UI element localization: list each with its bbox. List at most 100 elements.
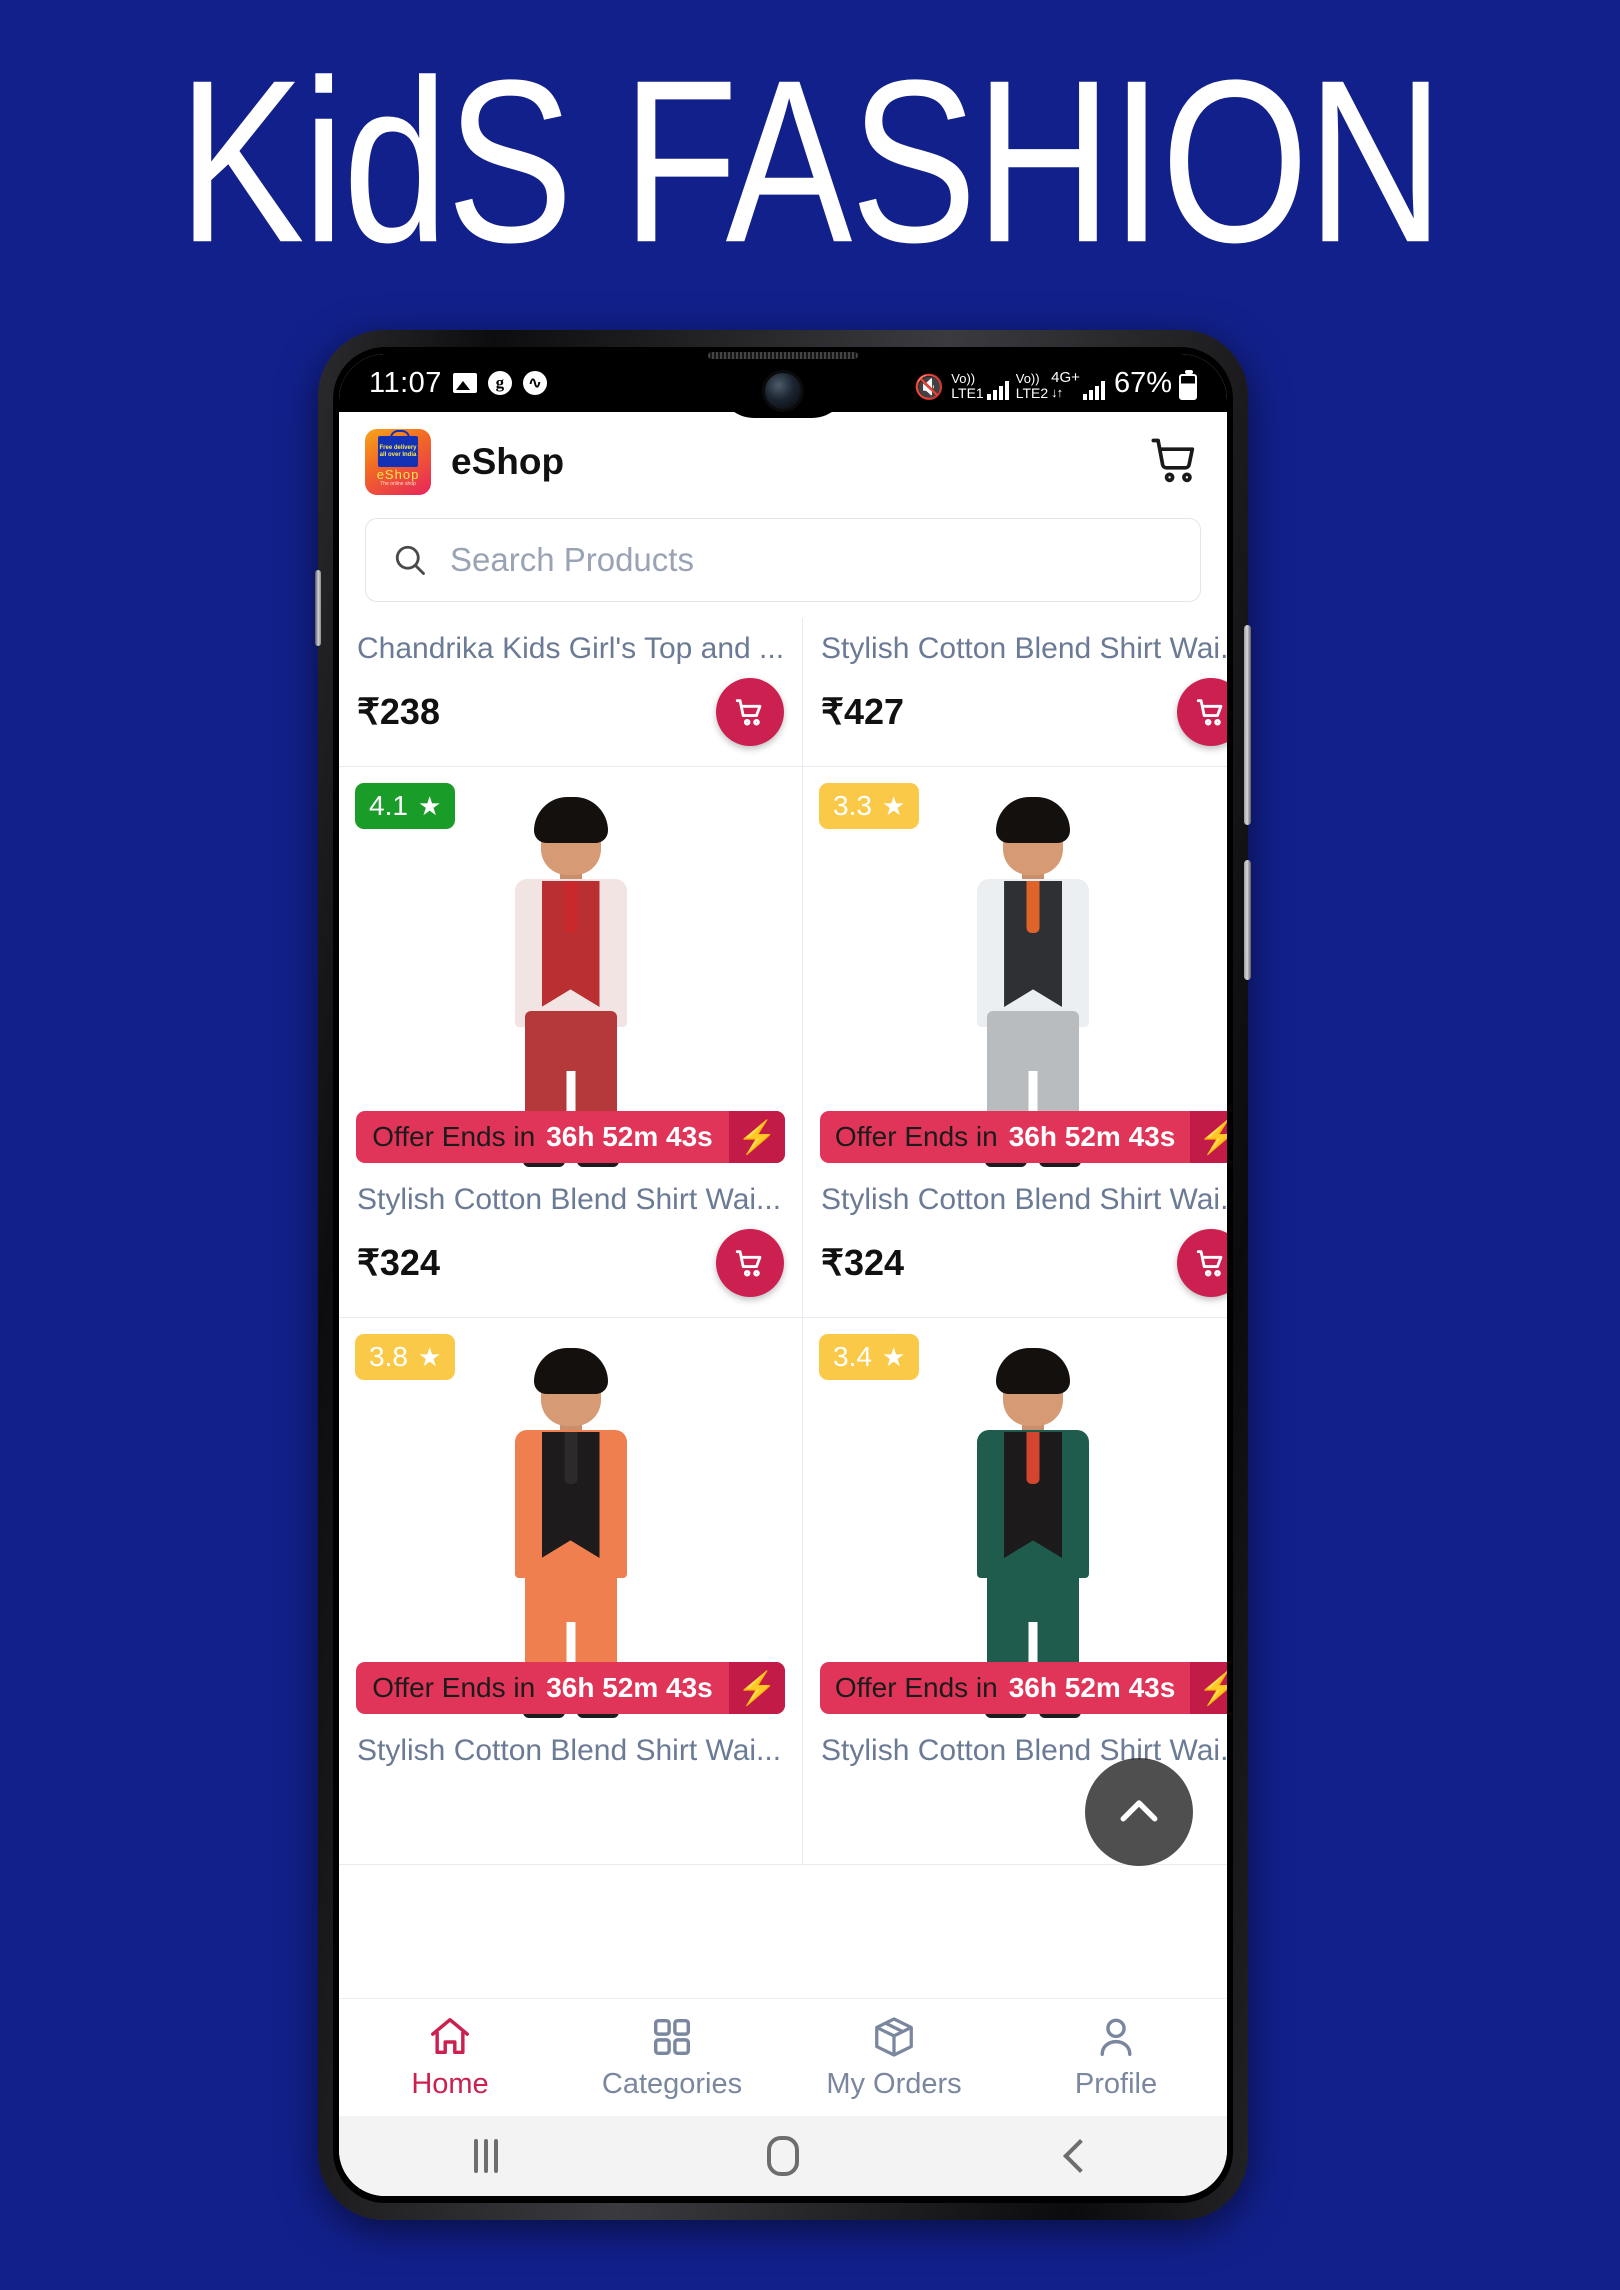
scroll-to-top-button[interactable]	[1085, 1758, 1193, 1866]
left-side-button	[315, 570, 321, 646]
product-footer	[339, 1768, 802, 1864]
logo-bag-line2: all over India	[379, 451, 417, 458]
status-bar-left: 11:07 g ∿	[369, 367, 547, 400]
battery-icon	[1179, 369, 1197, 400]
logo-brand-text: eShop	[376, 467, 420, 482]
product-card[interactable]: Stylish Cotton Blend Shirt Wai... ₹427	[803, 618, 1227, 767]
volume-button	[1244, 625, 1251, 825]
sim1-volte-label: Vo))	[951, 370, 976, 386]
offer-label: Offer Ends in	[834, 1121, 998, 1152]
logo-bag-line1: Free delivery	[379, 444, 417, 451]
home-circle-icon[interactable]	[766, 2136, 799, 2176]
product-title: Stylish Cotton Blend Shirt Wai...	[357, 1734, 782, 1767]
product-footer: ₹324	[803, 1217, 1227, 1317]
phone-bezel: 11:07 g ∿ 🔇 Vo)) LTE1 Vo)) LTE2 4G+ ↓↑ 6…	[333, 347, 1233, 2203]
product-image[interactable]: 3.3 ★ Offer Ends in 36h 52m 43s ⚡	[803, 767, 1227, 1169]
android-navigation-bar	[339, 2116, 1227, 2196]
rating-badge: 3.3 ★	[819, 783, 920, 829]
sim2-label: LTE2	[1015, 384, 1049, 401]
product-card[interactable]: Chandrika Kids Girl's Top and ... ₹238	[339, 618, 804, 767]
nav-label: Home	[411, 2068, 489, 2100]
rating-value: 3.4	[833, 1341, 872, 1372]
product-title: Chandrika Kids Girl's Top and ...	[357, 632, 785, 665]
offer-countdown: 36h 52m 43s	[546, 1672, 713, 1703]
nav-label: My Orders	[826, 2068, 962, 2100]
search-input[interactable]: Search Products	[365, 518, 1201, 602]
lightning-bolt-icon: ⚡	[1190, 1662, 1227, 1714]
star-icon: ★	[417, 1341, 442, 1372]
camera-notch	[718, 354, 848, 418]
add-to-cart-icon[interactable]	[1177, 1229, 1227, 1297]
person-icon	[1100, 2018, 1132, 2056]
add-to-cart-icon[interactable]	[1177, 678, 1227, 746]
rating-badge: 3.8 ★	[355, 1334, 456, 1380]
product-price: ₹238	[357, 691, 440, 732]
phone-frame: 11:07 g ∿ 🔇 Vo)) LTE1 Vo)) LTE2 4G+ ↓↑ 6…	[315, 330, 1251, 2220]
product-image[interactable]: 4.1 ★ Offer Ends in 36h 52m 43s ⚡	[339, 767, 803, 1169]
search-section: Search Products	[339, 512, 1227, 618]
bottom-navigation: Home Categories My Orders Profile	[339, 1998, 1227, 2116]
power-button	[1244, 860, 1251, 980]
back-icon[interactable]	[1063, 2139, 1098, 2173]
offer-label: Offer Ends in	[372, 1672, 536, 1703]
add-to-cart-icon[interactable]	[716, 678, 785, 746]
network-type: 4G+ ↓↑	[1051, 368, 1080, 400]
nav-item-home[interactable]: Home	[339, 2014, 561, 2101]
add-to-cart-icon[interactable]	[716, 1229, 785, 1297]
nav-item-profile[interactable]: Profile	[1005, 2014, 1227, 2101]
logo-tagline: The online shop	[380, 481, 416, 487]
product-footer: ₹324	[339, 1217, 802, 1317]
product-footer: ₹427	[803, 666, 1227, 766]
phone-screen: 11:07 g ∿ 🔇 Vo)) LTE1 Vo)) LTE2 4G+ ↓↑ 6…	[339, 354, 1227, 2196]
product-title: Stylish Cotton Blend Shirt Wai...	[821, 632, 1227, 665]
earpiece-speaker	[708, 352, 858, 359]
status-bar: 11:07 g ∿ 🔇 Vo)) LTE1 Vo)) LTE2 4G+ ↓↑ 6…	[339, 354, 1227, 418]
cart-icon[interactable]	[1149, 434, 1201, 491]
star-icon: ★	[417, 790, 442, 821]
product-image[interactable]: 3.4 ★ Offer Ends in 36h 52m 43s ⚡	[803, 1318, 1227, 1720]
app-title: eShop	[451, 441, 565, 482]
lightning-bolt-icon: ⚡	[729, 1111, 786, 1163]
sim2-volte-label: Vo))	[1015, 370, 1040, 386]
recent-apps-icon[interactable]	[473, 2139, 498, 2173]
offer-countdown: 36h 52m 43s	[1008, 1672, 1176, 1703]
product-card[interactable]: 3.3 ★ Offer Ends in 36h 52m 43s ⚡ Stylis…	[803, 767, 1227, 1318]
product-card[interactable]: 4.1 ★ Offer Ends in 36h 52m 43s ⚡ Stylis…	[339, 767, 804, 1318]
chevron-up-icon	[1120, 1800, 1158, 1822]
star-icon: ★	[881, 790, 906, 821]
rating-value: 4.1	[369, 790, 408, 821]
rating-badge: 3.4 ★	[819, 1334, 920, 1380]
page-title: KidS FASHION	[177, 32, 1444, 292]
product-footer: ₹238	[339, 666, 802, 766]
home-icon	[431, 2018, 469, 2055]
status-time: 11:07	[369, 366, 442, 399]
product-title: Stylish Cotton Blend Shirt Wai...	[357, 1183, 782, 1216]
box-icon	[875, 2017, 913, 2057]
offer-banner: Offer Ends in 36h 52m 43s ⚡	[820, 1662, 1227, 1714]
product-title: Stylish Cotton Blend Shirt Wai...	[821, 1183, 1227, 1216]
grid-icon	[653, 2018, 691, 2056]
photo-icon	[452, 373, 477, 393]
sim1-signal-icon	[986, 380, 1009, 400]
status-bar-right: 🔇 Vo)) LTE1 Vo)) LTE2 4G+ ↓↑ 67%	[914, 367, 1197, 400]
offer-countdown: 36h 52m 43s	[546, 1121, 713, 1152]
battery-percent: 67%	[1113, 366, 1172, 399]
sim2-signal-icon	[1082, 380, 1105, 400]
nav-item-my-orders[interactable]: My Orders	[783, 2014, 1005, 2101]
product-grid: Chandrika Kids Girl's Top and ... ₹238 S…	[339, 618, 1227, 1865]
shopping-bag-icon: Free delivery all over India	[378, 430, 418, 467]
rating-value: 3.8	[369, 1341, 408, 1372]
offer-banner: Offer Ends in 36h 52m 43s ⚡	[356, 1111, 786, 1163]
offer-banner: Offer Ends in 36h 52m 43s ⚡	[356, 1662, 786, 1714]
nav-label: Categories	[601, 2068, 743, 2100]
nav-item-categories[interactable]: Categories	[561, 2014, 783, 2101]
mute-icon: 🔇	[914, 373, 945, 401]
product-image[interactable]: 3.8 ★ Offer Ends in 36h 52m 43s ⚡	[339, 1318, 803, 1720]
messenger-icon: ∿	[522, 371, 547, 395]
product-price: ₹324	[357, 1242, 440, 1283]
offer-banner: Offer Ends in 36h 52m 43s ⚡	[820, 1111, 1227, 1163]
product-title: Stylish Cotton Blend Shirt Wai...	[821, 1734, 1227, 1767]
search-icon	[395, 545, 425, 575]
product-card[interactable]: 3.8 ★ Offer Ends in 36h 52m 43s ⚡ Stylis…	[339, 1318, 804, 1865]
product-grid-scroll[interactable]: Chandrika Kids Girl's Top and ... ₹238 S…	[339, 618, 1227, 1998]
